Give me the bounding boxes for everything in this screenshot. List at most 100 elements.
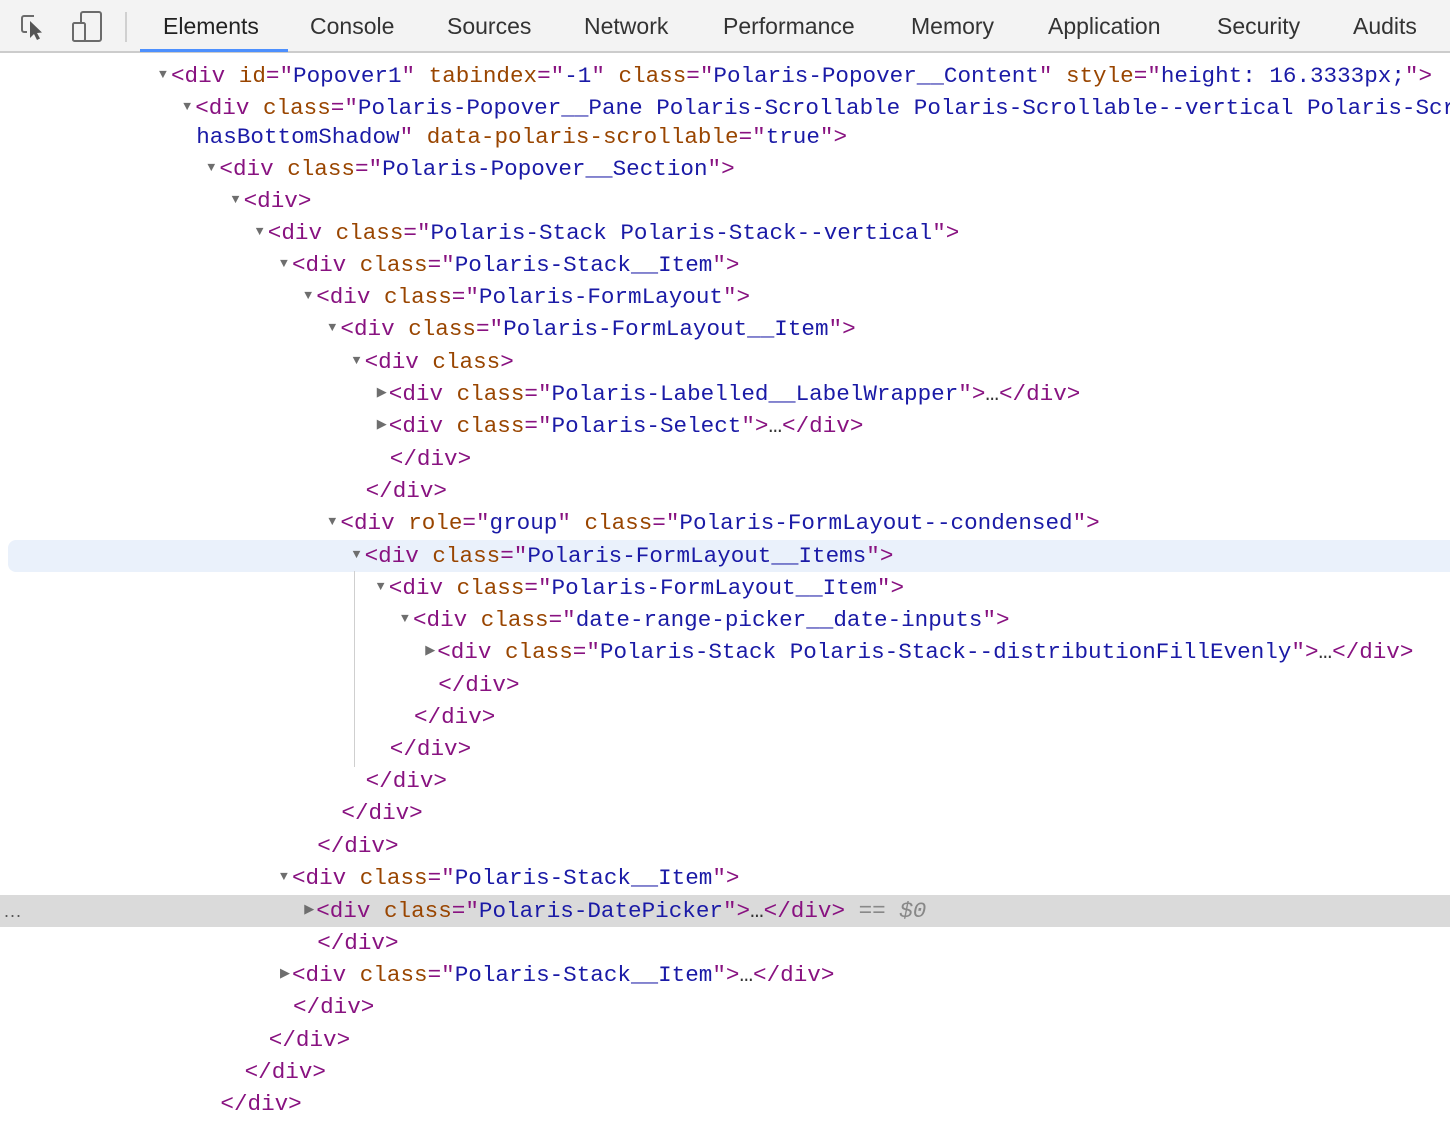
dom-node-closing-tag[interactable]: </div> <box>0 927 1450 959</box>
tab-sources[interactable]: Sources <box>447 0 531 53</box>
dom-node-closing-tag[interactable]: </div> <box>0 701 1450 733</box>
expand-triangle-open-icon[interactable]: ▼ <box>280 861 292 893</box>
dom-node-row[interactable]: ▼ <div role="group" class="Polaris-FormLa… <box>0 507 1450 539</box>
equals-sign: = <box>330 95 345 121</box>
attribute-name: class <box>262 95 331 121</box>
dom-node-closing-tag[interactable]: </div> <box>0 733 1450 765</box>
expand-triangle-open-icon[interactable]: ▼ <box>207 152 219 184</box>
dom-node-closing-tag[interactable]: </div> <box>0 669 1450 701</box>
tab-memory[interactable]: Memory <box>911 0 994 53</box>
dom-node-row[interactable]: ▼ <div class="Polaris-FormLayout"> <box>0 281 1450 313</box>
expand-triangle-open-icon[interactable]: ▼ <box>328 312 340 344</box>
expand-triangle-open-icon[interactable]: ▼ <box>232 184 244 216</box>
tag-name: <div <box>195 95 250 121</box>
quote: " <box>401 63 416 89</box>
dom-node-row[interactable]: ▶<div class="Polaris-DatePicker">…</div>… <box>0 895 1450 927</box>
dom-node-row[interactable]: ▼ <div class="Polaris-Popover__Pane Polar… <box>0 92 1450 124</box>
closing-tag: </div> <box>317 833 399 859</box>
quote: " <box>586 639 600 665</box>
equals-sign: = <box>524 381 538 407</box>
quote: " <box>537 381 552 407</box>
dom-node-row[interactable]: ▶<div class="Polaris-Select">…</div> <box>0 410 1450 442</box>
dom-node-closing-tag[interactable]: </div> <box>0 475 1450 507</box>
expand-triangle-open-icon[interactable]: ▼ <box>377 571 389 603</box>
dom-node-row[interactable]: ▼ <div class="Polaris-FormLayout__Item"> <box>0 572 1450 604</box>
quote: " <box>712 865 726 891</box>
dom-node-closing-tag[interactable]: </div> <box>0 1024 1450 1056</box>
expand-triangle-closed-icon[interactable]: ▶ <box>280 958 292 990</box>
device-toolbar-icon[interactable] <box>70 10 104 44</box>
dom-node-closing-tag[interactable]: </div> <box>0 797 1450 829</box>
inspect-element-icon[interactable] <box>16 10 50 44</box>
tab-security[interactable]: Security <box>1217 0 1300 53</box>
tab-console[interactable]: Console <box>310 0 394 53</box>
expand-triangle-closed-icon[interactable]: ▶ <box>377 377 389 409</box>
dom-node-row[interactable]: ▼ <div class="Polaris-Stack__Item"> <box>0 862 1450 894</box>
attribute-value: Polaris-Stack__Item <box>454 962 713 988</box>
tab-elements[interactable]: Elements <box>163 0 259 53</box>
dom-node-row[interactable]: ▼ <div class> <box>0 346 1450 378</box>
expand-triangle-open-icon[interactable]: ▼ <box>280 248 292 280</box>
closing-tag: </div> <box>438 672 520 698</box>
dom-node-closing-tag[interactable]: </div> <box>0 830 1450 862</box>
expand-triangle-open-icon[interactable]: ▼ <box>328 506 340 538</box>
code-token: data-polaris-scrollable <box>426 124 739 150</box>
expand-triangle-open-icon[interactable]: ▼ <box>256 216 268 248</box>
attribute-value: Polaris-FormLayout__Items <box>527 543 867 569</box>
dom-node-continuation[interactable]: hasBottomShadow" data-polaris-scrollable… <box>0 121 1450 153</box>
dom-node-row[interactable]: ▼ <div> <box>0 185 1450 217</box>
quote: " <box>513 543 528 569</box>
console-reference: == $0 <box>845 898 927 924</box>
quote: " <box>1291 639 1305 665</box>
expand-triangle-open-icon[interactable]: ▼ <box>159 59 171 91</box>
dom-node-closing-tag[interactable]: </div> <box>0 443 1450 475</box>
tag-name: <div <box>340 510 395 536</box>
attribute-value: Polaris-FormLayout__Item <box>551 575 877 601</box>
expand-triangle-closed-icon[interactable]: ▶ <box>425 635 437 667</box>
equals-sign: = <box>524 413 538 439</box>
expand-triangle-open-icon[interactable]: ▼ <box>353 345 365 377</box>
attribute-name: class <box>432 349 501 375</box>
dom-node-row[interactable]: ▼ <div class="Polaris-Popover__Section"> <box>0 153 1450 185</box>
expand-triangle-closed-icon[interactable]: ▶ <box>377 409 389 441</box>
tab-network[interactable]: Network <box>584 0 668 53</box>
tab-application[interactable]: Application <box>1048 0 1161 53</box>
dom-node-row[interactable]: ▶<div class="Polaris-Stack Polaris-Stack… <box>0 636 1450 668</box>
attribute-name: style <box>1065 63 1134 89</box>
dom-node-closing-tag[interactable]: </div> <box>0 1088 1450 1120</box>
attribute-name: class <box>287 156 355 182</box>
tab-audits[interactable]: Audits <box>1353 0 1417 53</box>
tag-bracket: > <box>842 316 856 342</box>
expand-triangle-open-icon[interactable]: ▼ <box>183 91 195 123</box>
attribute-value: Polaris-Stack__Item <box>454 865 713 891</box>
expand-triangle-open-icon[interactable]: ▼ <box>401 603 413 635</box>
attribute-name: class <box>456 413 525 439</box>
attribute-value: Polaris-Select <box>551 413 742 439</box>
quote: " <box>712 962 726 988</box>
dom-node-row[interactable]: ▼ <div class="Polaris-Stack__Item"> <box>0 249 1450 281</box>
expand-triangle-closed-icon[interactable]: ▶ <box>304 894 316 926</box>
more-actions-icon[interactable]: ... <box>4 895 22 927</box>
expand-triangle-open-icon[interactable]: ▼ <box>353 539 365 571</box>
dom-node-closing-tag[interactable]: </div> <box>0 765 1450 797</box>
dom-node-row[interactable]: ▼ <div class="Polaris-FormLayout__Items"> <box>8 540 1450 572</box>
equals-sign: = <box>475 316 490 342</box>
dom-node-row[interactable]: ▶<div class="Polaris-Labelled__LabelWrap… <box>0 378 1450 410</box>
dom-node-row[interactable]: ▶<div class="Polaris-Stack__Item">…</div… <box>0 959 1450 991</box>
dom-node-row[interactable]: ▼ <div class="date-range-picker__date-inp… <box>0 604 1450 636</box>
code-token: " <box>819 124 834 150</box>
tag-name: <div <box>316 284 371 310</box>
quote: " <box>441 962 455 988</box>
dom-node-closing-tag[interactable]: </div> <box>0 991 1450 1023</box>
toolbar-separator <box>125 12 127 42</box>
quote: " <box>741 413 755 439</box>
dom-node-row[interactable]: ▼ <div class="Polaris-FormLayout__Item"> <box>0 313 1450 345</box>
closing-tag: </div> <box>220 1091 302 1117</box>
dom-node-closing-tag[interactable]: </div> <box>0 1056 1450 1088</box>
tab-performance[interactable]: Performance <box>723 0 855 53</box>
dom-node-row[interactable]: ▼ <div id="Popover1" tabindex="-1" class=… <box>0 60 1450 92</box>
dom-node-row[interactable]: ▼ <div class="Polaris-Stack Polaris-Stack… <box>0 217 1450 249</box>
expand-triangle-open-icon[interactable]: ▼ <box>304 280 316 312</box>
attribute-name: class <box>408 316 476 342</box>
collapsed-ellipsis: … <box>739 962 754 988</box>
